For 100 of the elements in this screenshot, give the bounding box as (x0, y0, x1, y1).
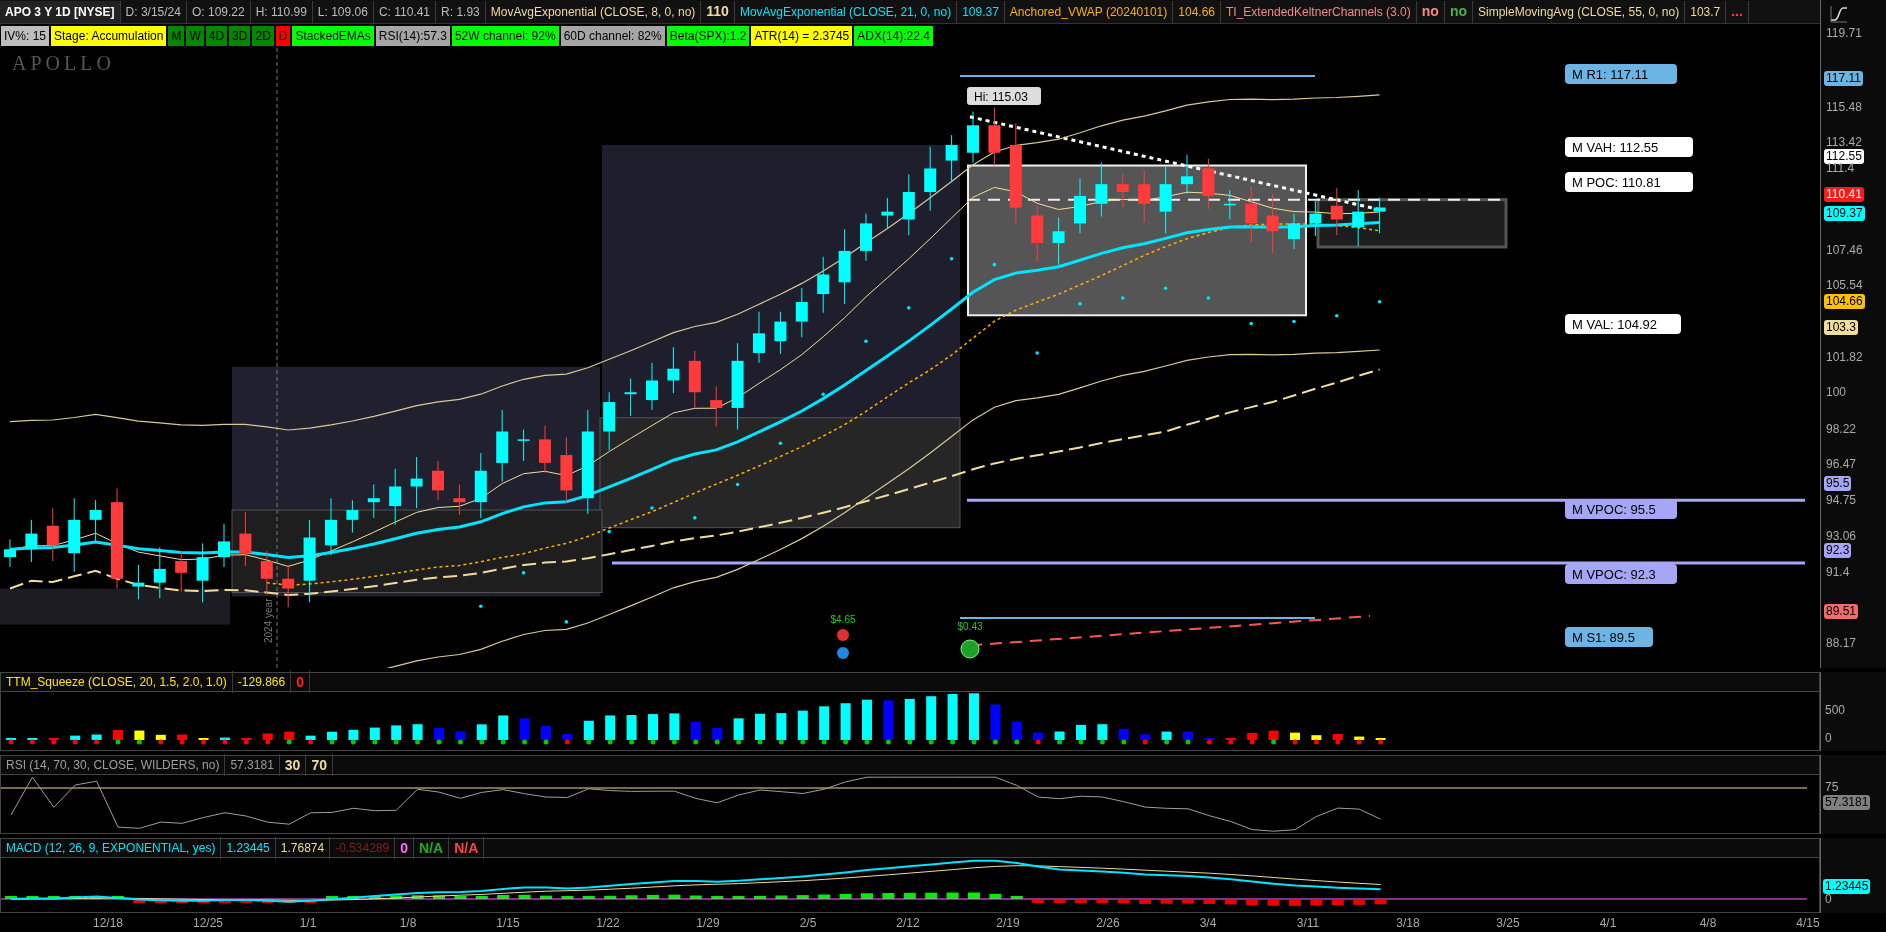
indicator-value: 1.23445 (221, 837, 276, 859)
date-label: 3/18 (1395, 914, 1421, 932)
study-label: ... (1726, 0, 1749, 23)
indicator-value: TTM_Squeeze (CLOSE, 20, 1.5, 2.0, 1.0) (1, 671, 233, 693)
price-label: 98.22 (1825, 422, 1858, 437)
axis-label: 75 (1824, 780, 1840, 795)
study-label: 103.7 (1685, 0, 1727, 23)
price-level-tag: M VAL: 104.92 (1565, 314, 1681, 334)
date-label: 3/11 (1295, 914, 1321, 932)
date-label: 4/8 (1698, 914, 1718, 932)
price-label: 96.47 (1825, 457, 1858, 472)
price-level-tag: M VPOC: 95.5 (1565, 499, 1677, 519)
study-label: SimpleMovingAvg (CLOSE, 55, 0, no) (1473, 0, 1686, 23)
status-badge: W (186, 26, 204, 46)
date-label: 2/19 (995, 914, 1021, 932)
quote-value: H: 110.99 (250, 0, 313, 23)
date-label: 4/1 (1598, 914, 1618, 932)
date-label: 1/22 (595, 914, 621, 932)
indicator-value: N/A (414, 837, 450, 859)
date-label: 12/18 (92, 914, 124, 932)
indicator-value: MACD (12, 26, 9, EXPONENTIAL, yes) (1, 837, 222, 859)
study-label: MovAvgExponential (CLOSE, 8, 0, no) (485, 0, 702, 23)
quote-value: L: 109.06 (312, 0, 374, 23)
status-badge: ADX(14):22.4 (854, 26, 933, 46)
date-label: 12/25 (192, 914, 224, 932)
status-badge: D (275, 26, 291, 46)
date-label: 1/1 (298, 914, 318, 932)
price-label: 88.17 (1825, 636, 1858, 651)
study-label: no (1444, 0, 1473, 23)
year-marker-label: 2024 year (263, 598, 274, 643)
study-label: 109.37 (957, 0, 1005, 23)
axis-label: 0 (1824, 892, 1833, 907)
status-badge: M (168, 26, 185, 46)
price-badge: 103.3 (1824, 320, 1859, 335)
date-label: 4/15 (1795, 914, 1821, 932)
indicator-value: RSI (14, 70, 30, CLOSE, WILDERS, no) (1, 754, 226, 776)
price-label: 111.4 (1825, 161, 1856, 176)
price-label: 107.46 (1825, 243, 1864, 258)
indicator-value: 70 (306, 754, 333, 776)
status-badge: Stage: Accumulation (51, 26, 167, 46)
axis-label: 500 (1824, 703, 1847, 718)
event-price-label: $4.65 (830, 614, 856, 625)
axis-label: 0 (1824, 731, 1833, 746)
status-badge: RSI(14):57.3 (375, 26, 450, 46)
quote-value: R: 1.93 (436, 0, 486, 23)
status-badge: 2D (252, 26, 274, 46)
price-badge: 104.66 (1824, 294, 1865, 309)
date-label: 2/26 (1095, 914, 1121, 932)
study-label: no (1416, 0, 1445, 23)
status-badge: StackedEMAs (292, 26, 374, 46)
indicator-value: 57.3181 (225, 754, 280, 776)
price-label: 101.82 (1825, 350, 1864, 365)
status-badge: 3D (229, 26, 251, 46)
status-badge: 52W channel: 92% (451, 26, 559, 46)
study-label: 104.66 (1173, 0, 1221, 23)
indicator-value: -0.534289 (330, 837, 396, 859)
date-label: 1/15 (495, 914, 521, 932)
date-label: 3/25 (1495, 914, 1521, 932)
status-badge: IV%: 15 (1, 26, 50, 46)
high-tag: Hi: 115.03 (967, 87, 1041, 105)
price-badge: 112.55 (1824, 149, 1864, 164)
price-label: 93.06 (1825, 529, 1858, 544)
price-label: 105.54 (1825, 278, 1864, 293)
price-badge: 95.5 (1824, 476, 1852, 491)
study-label: MovAvgExponential (CLOSE, 21, 0, no) (734, 0, 958, 23)
price-label: 113.42 (1825, 135, 1863, 150)
indicator-value: 1.76874 (275, 837, 331, 859)
date-label: 1/8 (398, 914, 418, 932)
indicator-value: -129.866 (232, 671, 292, 693)
date-label: 3/4 (1198, 914, 1218, 932)
status-badge: Beta(SPX):1.2 (666, 26, 750, 46)
price-level-tag: M S1: 89.5 (1565, 627, 1653, 647)
indicator-value: 30 (279, 754, 307, 776)
study-label: TI_ExtendedKeltnerChannels (3.0) (1221, 0, 1417, 23)
date-label: 2/5 (798, 914, 818, 932)
price-label: 100 (1825, 385, 1848, 400)
quote-value: O: 109.22 (186, 0, 251, 23)
status-badge: 60D channel: 82% (560, 26, 665, 46)
price-label: 115.48 (1825, 100, 1863, 115)
price-label: 119.71 (1825, 26, 1863, 41)
quote-value: C: 110.41 (373, 0, 437, 23)
status-badge: 4D (205, 26, 228, 46)
price-level-tag: M VAH: 112.55 (1565, 137, 1693, 157)
indicator-value: 0 (291, 671, 310, 693)
indicator-value: N/A (449, 837, 485, 859)
date-label: 2/12 (895, 914, 921, 932)
price-label: 94.75 (1825, 493, 1858, 508)
price-level-tag: M R1: 117.11 (1565, 64, 1677, 84)
axis-value-badge: 1.23445 (1823, 879, 1871, 894)
quote-value: D: 3/15/24 (120, 0, 187, 23)
status-badge: ATR(14) = 2.3745 (751, 26, 853, 46)
indicator-value: 0 (395, 837, 415, 859)
price-label: 91.4 (1825, 565, 1851, 580)
price-badge: 110.41 (1824, 187, 1864, 202)
date-label: 1/29 (695, 914, 721, 932)
price-badge: 89.51 (1824, 604, 1859, 619)
event-price-label: $0.43 (957, 621, 983, 632)
price-badge: 117.11 (1824, 71, 1863, 86)
price-level-tag: M VPOC: 92.3 (1565, 564, 1677, 584)
chart-logo: APOLLO (12, 52, 115, 74)
